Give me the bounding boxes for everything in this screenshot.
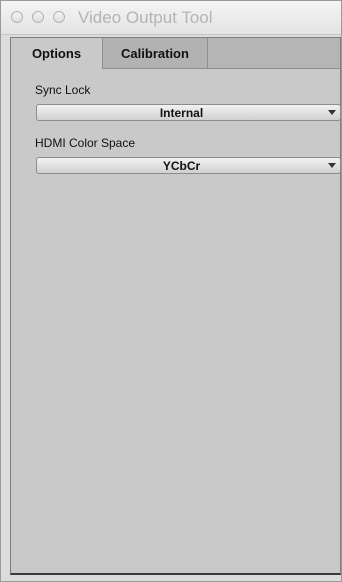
minimize-icon[interactable] — [32, 11, 44, 23]
video-output-tool-window: Video Output Tool Options Calibration Sy… — [0, 0, 342, 582]
tab-calibration[interactable]: Calibration — [103, 38, 208, 68]
sync-lock-value: Internal — [159, 106, 204, 120]
chevron-down-icon — [328, 110, 336, 115]
zoom-icon[interactable] — [53, 11, 65, 23]
title-bar[interactable]: Video Output Tool — [1, 1, 341, 35]
close-icon[interactable] — [11, 11, 23, 23]
hdmi-color-space-value: YCbCr — [162, 159, 201, 173]
chevron-down-icon — [328, 163, 336, 168]
tab-bar: Options Calibration — [11, 38, 340, 69]
window-title: Video Output Tool — [78, 8, 213, 27]
sync-lock-select[interactable]: Internal — [36, 104, 341, 121]
hdmi-color-space-label: HDMI Color Space — [35, 136, 136, 150]
tab-options[interactable]: Options — [11, 38, 103, 69]
sync-lock-label: Sync Lock — [35, 83, 91, 97]
options-panel: Options Calibration Sync Lock Internal H… — [10, 37, 341, 575]
hdmi-color-space-select[interactable]: YCbCr — [36, 157, 341, 174]
